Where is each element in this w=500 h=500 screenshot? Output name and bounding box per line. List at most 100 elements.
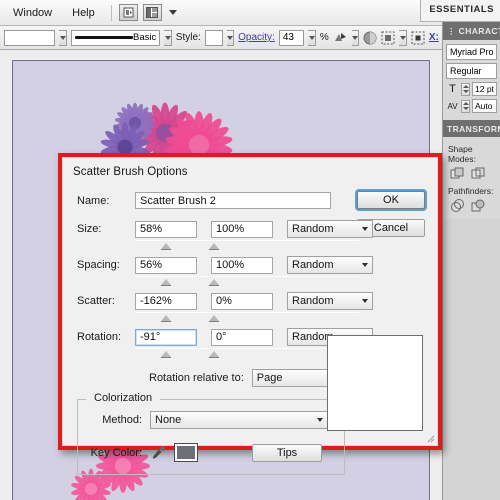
- style-dropdown-icon[interactable]: [226, 29, 235, 46]
- character-panel-title: CHARACTER: [458, 26, 500, 36]
- font-style-field[interactable]: Regular: [446, 63, 497, 79]
- menu-divider: [110, 4, 112, 21]
- font-size-spinner[interactable]: [461, 82, 470, 96]
- stroke-weight-dropdown-icon[interactable]: [59, 29, 67, 46]
- eyedropper-icon[interactable]: [150, 445, 166, 461]
- kerning-icon: AV: [447, 101, 458, 111]
- spacing-max-input[interactable]: 100%: [211, 256, 273, 274]
- method-select[interactable]: None: [150, 411, 328, 429]
- spacing-row: Spacing: 56% 100% Random: [77, 256, 425, 274]
- resize-grip-icon[interactable]: [425, 433, 435, 443]
- size-slider[interactable]: [135, 240, 359, 251]
- brush-definition-dropdown-icon[interactable]: [164, 29, 172, 46]
- spacing-slider[interactable]: [135, 276, 359, 287]
- scatter-min-input[interactable]: -162%: [135, 292, 197, 310]
- font-size-icon: T: [449, 83, 456, 95]
- rotation-slider[interactable]: [135, 348, 359, 359]
- tips-button[interactable]: Tips: [252, 443, 322, 462]
- key-color-swatch[interactable]: [174, 443, 198, 462]
- minus-front-icon[interactable]: [471, 167, 486, 181]
- shape-modes-label: Shape Modes:: [448, 144, 476, 164]
- rotation-min-input[interactable]: -91°: [135, 328, 197, 346]
- size-max-input[interactable]: 100%: [211, 220, 273, 238]
- transform-panel-title: TRANSFORM: [447, 124, 500, 134]
- rotation-relative-value: Page: [256, 372, 283, 384]
- scatter-slider-thumb-min: [161, 315, 171, 322]
- rotation-max-input[interactable]: 0°: [211, 328, 273, 346]
- opacity-label[interactable]: Opacity:: [238, 32, 275, 43]
- chevron-down-icon: [362, 227, 368, 231]
- panel-dock: ⋮ CHARACTER Myriad Pro Regular T 12 pt A…: [442, 22, 500, 500]
- opacity-dropdown-icon[interactable]: [308, 29, 316, 46]
- arrange-documents-caret-icon[interactable]: [168, 10, 177, 15]
- transform-x-label[interactable]: X:: [429, 32, 439, 43]
- align-icon[interactable]: [381, 29, 395, 46]
- style-label: Style:: [175, 32, 201, 43]
- size-label: Size:: [77, 223, 102, 235]
- transform-icon[interactable]: [411, 29, 425, 46]
- arrange-documents-icon[interactable]: [142, 4, 162, 21]
- opacity-input[interactable]: 43: [278, 29, 305, 46]
- pathfinders-icons: [446, 198, 497, 215]
- scatter-mode-select[interactable]: Random: [287, 292, 373, 310]
- name-row: Name: Scatter Brush 2: [77, 192, 425, 209]
- colorization-group: Colorization Method: None Key Color: Tip…: [77, 392, 345, 475]
- scatter-slider-thumb-max: [209, 315, 219, 322]
- rotation-slider-thumb-max: [209, 351, 219, 358]
- rotation-relative-label: Rotation relative to:: [149, 372, 244, 384]
- dialog-title: Scatter Brush Options: [73, 166, 188, 178]
- scatter-brush-options-dialog[interactable]: Scatter Brush Options OK Cancel Name: Sc…: [58, 153, 442, 475]
- key-color-label: Key Color:: [90, 446, 142, 459]
- scatter-mode-value: Random: [292, 295, 334, 307]
- style-field[interactable]: [204, 29, 223, 46]
- pathfinder-panel-body: Shape Modes: Pathfinders:: [443, 137, 500, 219]
- spacing-slider-thumb-min: [161, 279, 171, 286]
- key-color-row: Key Color: Tips: [88, 443, 334, 462]
- percent-label: %: [319, 32, 329, 43]
- divide-icon[interactable]: [450, 199, 465, 213]
- transparency-icon[interactable]: [363, 29, 377, 46]
- spacing-label: Spacing:: [77, 259, 120, 271]
- dialog-inner: Scatter Brush Options OK Cancel Name: Sc…: [62, 157, 438, 475]
- brush-definition-field[interactable]: Basic: [71, 29, 161, 46]
- panel-header-transform[interactable]: TRANSFORM: [443, 120, 500, 137]
- size-mode-select[interactable]: Random: [287, 220, 373, 238]
- kerning-row: AV Auto: [446, 99, 497, 113]
- stroke-preview-icon: [75, 36, 133, 39]
- spacing-min-input[interactable]: 56%: [135, 256, 197, 274]
- scatter-max-input[interactable]: 0%: [211, 292, 273, 310]
- size-min-input[interactable]: 58%: [135, 220, 197, 238]
- colorization-legend: Colorization: [90, 392, 157, 404]
- scatter-slider[interactable]: [135, 312, 359, 323]
- align-dropdown-icon[interactable]: [399, 29, 407, 46]
- chevron-down-icon: [317, 418, 323, 422]
- pathfinders-label: Pathfinders:: [448, 186, 494, 196]
- chevron-down-icon: [362, 263, 368, 267]
- brush-definition-label: Basic: [133, 32, 157, 43]
- font-family-field[interactable]: Myriad Pro: [446, 44, 497, 60]
- bridge-icon[interactable]: [118, 4, 138, 21]
- opacity-mask-dropdown-icon[interactable]: [351, 29, 360, 46]
- stroke-weight-field[interactable]: [4, 29, 56, 46]
- opacity-mask-icon[interactable]: [333, 29, 348, 46]
- trim-icon[interactable]: [471, 199, 486, 213]
- chevron-down-icon: [362, 299, 368, 303]
- rotation-label: Rotation:: [77, 331, 122, 343]
- font-size-value[interactable]: 12 pt: [472, 82, 497, 96]
- unite-icon[interactable]: [450, 167, 465, 181]
- method-value: None: [155, 414, 182, 426]
- kerning-spinner[interactable]: [461, 99, 470, 113]
- name-input[interactable]: Scatter Brush 2: [135, 192, 331, 209]
- kerning-value[interactable]: Auto: [472, 99, 497, 113]
- spacing-slider-thumb-max: [209, 279, 219, 286]
- size-slider-thumb-min: [161, 243, 171, 250]
- spacing-mode-select[interactable]: Random: [287, 256, 373, 274]
- menu-window[interactable]: Window: [4, 4, 61, 22]
- menu-help[interactable]: Help: [63, 4, 104, 22]
- panel-header-character[interactable]: ⋮ CHARACTER: [443, 22, 500, 40]
- shape-modes-icons: [446, 166, 497, 183]
- name-label: Name:: [77, 194, 110, 207]
- workspace-switcher-essentials[interactable]: ESSENTIALS: [420, 0, 500, 22]
- brush-preview: [327, 335, 423, 431]
- rotation-slider-thumb-min: [161, 351, 171, 358]
